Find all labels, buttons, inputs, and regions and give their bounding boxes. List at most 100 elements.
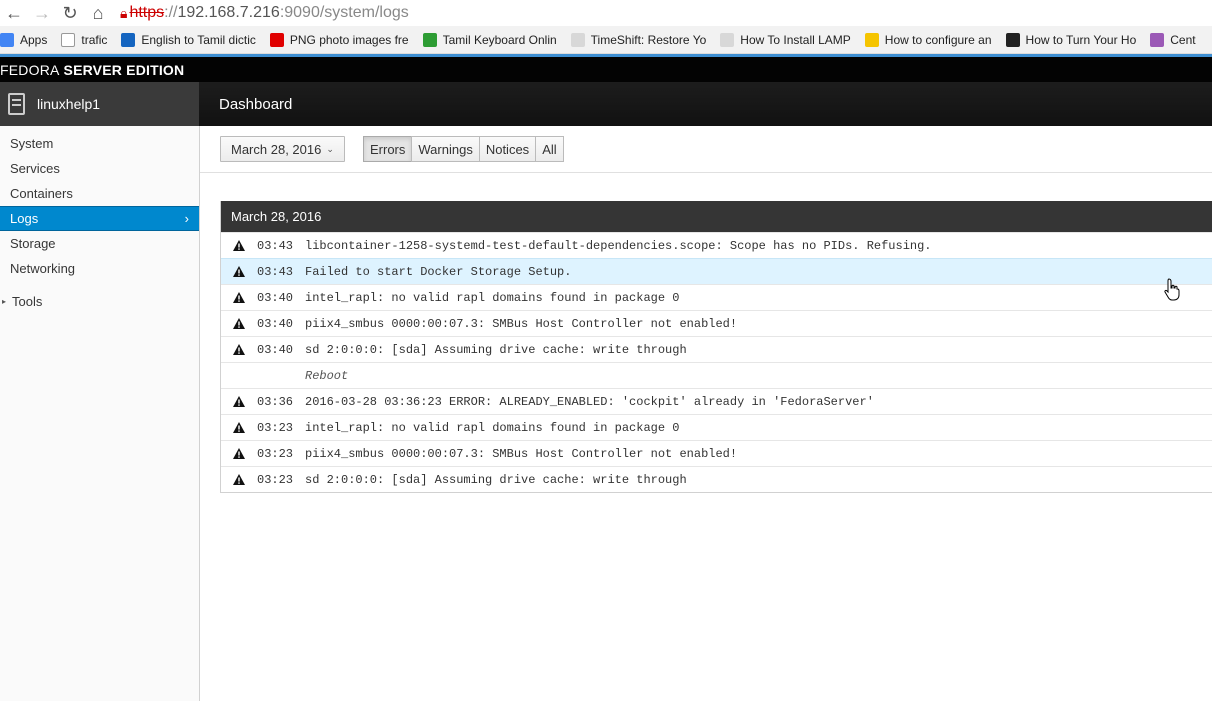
bookmark-label: TimeShift: Restore Yo	[590, 32, 707, 47]
sidebar-item-label: System	[10, 136, 54, 151]
url-host: 192.168.7.216	[177, 4, 280, 21]
bookmark-item[interactable]: How to configure an	[864, 32, 992, 47]
sidebar-item-label: Storage	[10, 236, 56, 251]
green-l-icon	[422, 32, 437, 47]
host-name: linuxhelp1	[37, 96, 101, 112]
filter-notices-button[interactable]: Notices	[478, 136, 537, 162]
filter-all-button[interactable]: All	[535, 136, 564, 162]
forward-arrow-icon[interactable]: →	[28, 0, 56, 26]
log-entry-row[interactable]: 03:23 intel_rapl: no valid rapl domains f…	[221, 414, 1212, 440]
bookmark-label: PNG photo images fre	[289, 32, 409, 47]
browser-toolbar: ← → ↻ ⌂ 🔒︎ https :// 192.168.7.216 :9090…	[0, 0, 1212, 26]
sidebar-item-services[interactable]: Services	[0, 156, 199, 181]
sidebar-item-storage[interactable]: Storage	[0, 231, 199, 256]
back-arrow-icon[interactable]: ←	[0, 0, 28, 26]
bookmark-item[interactable]: Cent	[1150, 32, 1196, 47]
log-time: 03:43	[257, 238, 294, 253]
e-circle-icon	[121, 32, 136, 47]
top-nav: Dashboard	[199, 82, 1212, 126]
log-entry-row[interactable]: 03:40 intel_rapl: no valid rapl domains f…	[221, 284, 1212, 310]
sidebar-item-system[interactable]: System	[0, 131, 199, 156]
sidebar-item-containers[interactable]: Containers	[0, 181, 199, 206]
bookmark-label: English to Tamil dictic	[141, 32, 256, 47]
warning-triangle-icon	[221, 292, 257, 303]
red-square-icon	[269, 32, 284, 47]
page-icon	[61, 32, 76, 47]
sidebar-item-networking[interactable]: Networking	[0, 256, 199, 281]
warning-triangle-icon	[221, 266, 257, 277]
sidebar-item-logs[interactable]: Logs ›	[0, 206, 199, 231]
log-message: piix4_smbus 0000:00:07.3: SMBus Host Con…	[305, 316, 738, 331]
sidebar: System Services Containers Logs › Storage Netw…	[0, 126, 200, 701]
sidebar-item-label: Containers	[10, 186, 73, 201]
bookmark-label: Cent	[1170, 32, 1196, 47]
warning-triangle-icon	[221, 396, 257, 407]
log-entry-row[interactable]: 03:40 sd 2:0:0:0: [sda] Assuming drive ca…	[221, 336, 1212, 362]
filter-warnings-button[interactable]: Warnings	[411, 136, 480, 162]
log-time: 03:23	[257, 472, 294, 487]
dashboard-link[interactable]: Dashboard	[219, 96, 292, 113]
folder-icon	[570, 32, 585, 47]
log-message: piix4_smbus 0000:00:07.3: SMBus Host Con…	[305, 446, 738, 461]
folder-icon	[720, 32, 735, 47]
log-message: Reboot	[305, 368, 349, 383]
log-entry-row[interactable]: 03:36 2016-03-28 03:36:23 ERROR: ALREADY_…	[221, 388, 1212, 414]
date-dropdown-label: March 28, 2016	[231, 141, 322, 157]
log-panel: March 28, 2016 03:43 libcontainer-1258-sy…	[220, 201, 1212, 493]
chevron-down-icon: ⌄	[326, 143, 334, 154]
log-message: 2016-03-28 03:36:23 ERROR: ALREADY_ENABL…	[305, 394, 874, 409]
log-entry-row[interactable]: 03:43 libcontainer-1258-systemd-test-defa…	[221, 232, 1212, 258]
date-dropdown[interactable]: March 28, 2016 ⌄	[220, 136, 345, 162]
bookmark-item[interactable]: How To Install LAMP	[720, 32, 851, 47]
apps-grid-icon	[0, 32, 14, 47]
expand-triangle-icon: ▸	[2, 297, 7, 306]
log-time: 03:23	[257, 446, 294, 461]
warning-triangle-icon	[221, 474, 257, 485]
filter-errors-button[interactable]: Errors	[363, 136, 413, 162]
bookmark-item[interactable]: English to Tamil dictic	[121, 32, 256, 47]
priority-filter: Errors Warnings Notices All	[363, 136, 564, 162]
warning-triangle-icon	[221, 422, 257, 433]
log-entry-row[interactable]: 03:40 piix4_smbus 0000:00:07.3: SMBus Hos…	[221, 310, 1212, 336]
bookmark-item[interactable]: trafic	[61, 32, 107, 47]
bookmark-item[interactable]: Tamil Keyboard Onlin	[422, 32, 557, 47]
log-time: 03:40	[257, 316, 294, 331]
bookmark-label: Apps	[20, 32, 48, 47]
server-icon	[8, 93, 25, 115]
log-date-header: March 28, 2016	[221, 201, 1212, 232]
log-message: libcontainer-1258-systemd-test-default-d…	[305, 238, 932, 253]
log-time: 03:43	[257, 264, 294, 279]
url-path: :9090/system/logs	[279, 4, 409, 21]
log-entry-row[interactable]: 03:23 sd 2:0:0:0: [sda] Assuming drive ca…	[221, 466, 1212, 492]
chevron-right-icon: ›	[184, 211, 189, 226]
htg-icon	[1005, 32, 1020, 47]
bookmark-label: How to configure an	[884, 32, 992, 47]
brand-name: FEDORA	[0, 61, 60, 78]
log-time: 03:40	[257, 342, 294, 357]
bookmarks-bar: Apps trafic English to Tamil dictic PNG pho…	[0, 26, 1212, 54]
host-selector[interactable]: linuxhelp1	[0, 82, 199, 126]
bulb-icon	[864, 32, 879, 47]
bookmark-item[interactable]: TimeShift: Restore Yo	[570, 32, 707, 47]
log-time: 03:40	[257, 290, 294, 305]
sidebar-item-tools[interactable]: ▸ Tools	[0, 289, 199, 314]
reload-icon[interactable]: ↻	[56, 0, 84, 26]
log-message: sd 2:0:0:0: [sda] Assuming drive cache: …	[305, 472, 687, 487]
bookmark-item[interactable]: How to Turn Your Ho	[1005, 32, 1136, 47]
log-message: sd 2:0:0:0: [sda] Assuming drive cache: …	[305, 342, 687, 357]
address-bar[interactable]: 🔒︎ https :// 192.168.7.216 :9090/system/…	[116, 2, 409, 24]
bookmark-item[interactable]: PNG photo images fre	[269, 32, 409, 47]
url-scheme: https	[129, 4, 165, 21]
warning-triangle-icon	[221, 240, 257, 251]
insecure-lock-icon: 🔒︎	[120, 4, 128, 21]
sidebar-item-label: Logs	[10, 211, 39, 226]
log-message: intel_rapl: no valid rapl domains found …	[305, 420, 680, 435]
sidebar-item-label: Tools	[12, 294, 43, 309]
log-entry-row[interactable]: 03:43 Failed to start Docker Storage Setu…	[221, 258, 1212, 284]
bookmark-item[interactable]: Apps	[0, 32, 48, 47]
main-content: March 28, 2016 ⌄ Errors Warnings Notices Al…	[200, 126, 1212, 701]
log-entry-row[interactable]: 03:23 piix4_smbus 0000:00:07.3: SMBus Hos…	[221, 440, 1212, 466]
brand-bar: FEDORA SERVER EDITION	[0, 57, 1212, 82]
home-icon[interactable]: ⌂	[84, 0, 112, 26]
bookmark-label: How To Install LAMP	[740, 32, 851, 47]
